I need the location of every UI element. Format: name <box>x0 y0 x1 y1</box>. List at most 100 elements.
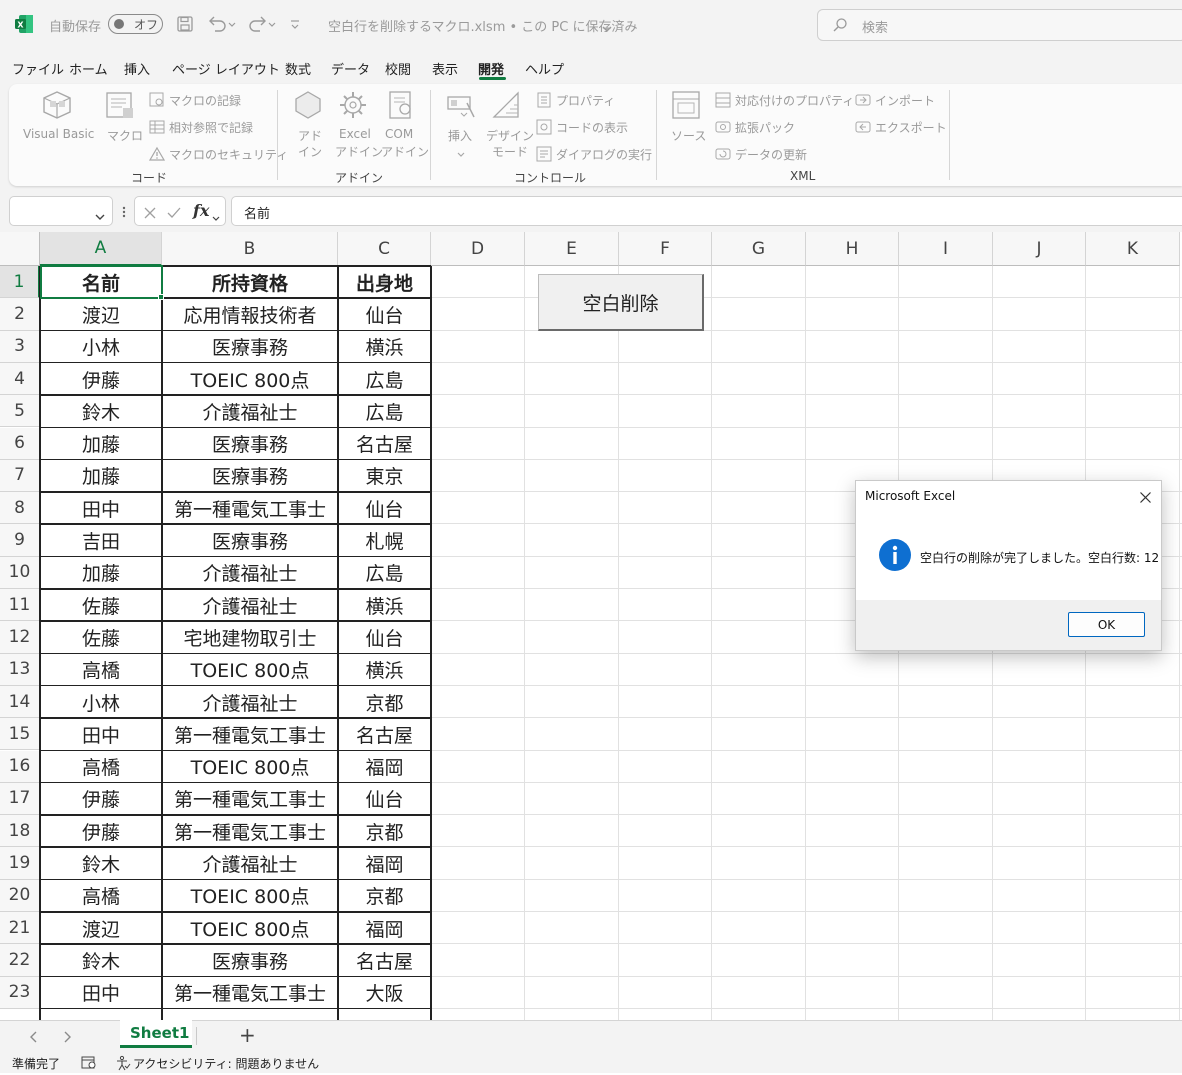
row-header[interactable]: 23 <box>0 976 40 1009</box>
relative-reference-button[interactable]: 相対参照で記録 <box>169 119 253 136</box>
table-cell[interactable]: 田中 <box>40 977 162 1009</box>
table-cell[interactable]: 佐藤 <box>40 621 162 653</box>
insert-control-button[interactable]: 挿入 <box>448 127 472 144</box>
table-cell[interactable]: 第一種電気工事士 <box>162 977 338 1009</box>
row-header[interactable]: 5 <box>0 395 40 428</box>
column-header[interactable]: F <box>619 232 712 266</box>
table-cell[interactable]: TOEIC 800点 <box>162 751 338 783</box>
table-cell[interactable]: 介護福祉士 <box>162 589 338 621</box>
next-sheet-icon[interactable] <box>61 1029 73 1043</box>
table-cell[interactable]: 高橋 <box>40 751 162 783</box>
tab-home[interactable]: ホーム <box>69 59 108 78</box>
file-title[interactable]: 空白行を削除するマクロ.xlsm • この PC に保存済み <box>328 16 637 35</box>
fx-chevron-down-icon[interactable] <box>211 208 221 221</box>
column-header[interactable]: E <box>525 232 619 266</box>
table-cell[interactable]: 宅地建物取引士 <box>162 621 338 653</box>
table-cell[interactable]: 第一種電気工事士 <box>162 718 338 750</box>
row-header[interactable]: 19 <box>0 847 40 880</box>
delete-blanks-button[interactable]: 空白削除 <box>538 274 704 331</box>
table-cell[interactable]: 介護福祉士 <box>162 557 338 589</box>
formula-bar-more-icon[interactable] <box>122 204 126 218</box>
addin-button[interactable]: アド <box>298 127 322 144</box>
row-header[interactable]: 13 <box>0 653 40 686</box>
table-cell[interactable]: 加藤 <box>40 460 162 492</box>
table-cell[interactable]: 伊藤 <box>40 815 162 847</box>
table-cell[interactable]: 鈴木 <box>40 944 162 976</box>
table-cell[interactable]: 仙台 <box>338 298 431 330</box>
column-header[interactable]: C <box>338 232 431 266</box>
row-header[interactable]: 3 <box>0 330 40 363</box>
excel-logo-icon[interactable]: X <box>14 14 34 34</box>
table-cell[interactable]: 横浜 <box>338 589 431 621</box>
insert-function-button[interactable]: fx <box>193 201 209 220</box>
row-header[interactable]: 17 <box>0 782 40 816</box>
add-sheet-icon[interactable]: + <box>239 1023 256 1047</box>
autosave-toggle[interactable]: オフ <box>108 14 163 34</box>
table-cell[interactable]: 介護福祉士 <box>162 847 338 879</box>
confirm-formula-icon[interactable] <box>166 205 182 219</box>
table-cell[interactable]: 医療事務 <box>162 428 338 460</box>
table-cell[interactable]: 横浜 <box>338 331 431 363</box>
accessibility-status[interactable]: アクセシビリティ: 問題ありません <box>133 1055 319 1072</box>
title-chevron-down-icon[interactable] <box>601 19 613 32</box>
formula-input[interactable]: 名前 <box>231 196 1182 226</box>
table-cell[interactable]: 小林 <box>40 686 162 718</box>
row-header[interactable]: 1 <box>0 266 40 299</box>
table-cell[interactable]: 加藤 <box>40 428 162 460</box>
xml-import-button[interactable]: インポート <box>875 92 935 109</box>
row-header[interactable]: 22 <box>0 944 40 977</box>
table-cell[interactable]: 渡辺 <box>40 298 162 330</box>
table-cell[interactable]: 医療事務 <box>162 331 338 363</box>
table-cell[interactable]: 応用情報技術者 <box>162 298 338 330</box>
row-header[interactable]: 16 <box>0 750 40 783</box>
table-cell[interactable]: TOEIC 800点 <box>162 654 338 686</box>
column-header[interactable]: B <box>162 232 338 266</box>
table-header-cell[interactable]: 所持資格 <box>162 266 338 298</box>
tab-help[interactable]: ヘルプ <box>525 59 564 78</box>
sheet-tab-sheet1[interactable]: Sheet1 <box>120 1020 192 1048</box>
table-cell[interactable]: 介護福祉士 <box>162 686 338 718</box>
table-cell[interactable]: 渡辺 <box>40 912 162 944</box>
table-cell[interactable]: 東京 <box>338 460 431 492</box>
table-cell[interactable]: 京都 <box>338 815 431 847</box>
prev-sheet-icon[interactable] <box>28 1029 40 1043</box>
row-header[interactable]: 11 <box>0 589 40 622</box>
name-box-chevron-down-icon[interactable] <box>94 207 106 220</box>
column-header[interactable]: G <box>712 232 806 266</box>
column-header[interactable]: H <box>806 232 899 266</box>
row-header[interactable]: 4 <box>0 362 40 396</box>
close-icon[interactable] <box>1139 489 1152 503</box>
table-cell[interactable]: 医療事務 <box>162 944 338 976</box>
table-cell[interactable]: 仙台 <box>338 783 431 815</box>
tab-review[interactable]: 校閲 <box>385 59 411 78</box>
tab-file[interactable]: ファイル <box>12 59 64 78</box>
row-header[interactable]: 10 <box>0 556 40 589</box>
macro-button[interactable]: マクロ <box>107 127 143 144</box>
xml-source-button[interactable]: ソース <box>671 127 706 144</box>
name-box[interactable] <box>9 196 113 226</box>
design-mode-button[interactable]: デザイン <box>486 127 534 144</box>
view-code-button[interactable]: コードの表示 <box>556 119 628 136</box>
table-cell[interactable]: 医療事務 <box>162 460 338 492</box>
table-header-cell[interactable]: 出身地 <box>338 266 431 298</box>
row-header[interactable]: 12 <box>0 621 40 654</box>
undo-icon[interactable] <box>207 14 237 34</box>
refresh-data-button[interactable]: データの更新 <box>735 146 807 163</box>
accessibility-icon[interactable] <box>115 1055 131 1071</box>
table-cell[interactable]: 伊藤 <box>40 363 162 395</box>
table-cell[interactable]: 横浜 <box>338 654 431 686</box>
tab-view[interactable]: 表示 <box>432 59 458 78</box>
macro-recording-icon[interactable] <box>81 1055 97 1069</box>
record-macro-button[interactable]: マクロの記録 <box>169 92 241 109</box>
table-cell[interactable]: 吉田 <box>40 524 162 556</box>
row-header[interactable]: 6 <box>0 427 40 460</box>
macro-security-button[interactable]: マクロのセキュリティ <box>169 146 288 163</box>
table-cell[interactable]: 福岡 <box>338 847 431 879</box>
table-cell[interactable]: 名古屋 <box>338 718 431 750</box>
table-cell[interactable]: 第一種電気工事士 <box>162 815 338 847</box>
run-dialog-button[interactable]: ダイアログの実行 <box>556 146 652 163</box>
table-cell[interactable]: 名古屋 <box>338 428 431 460</box>
column-header[interactable]: K <box>1086 232 1180 266</box>
table-cell[interactable]: 仙台 <box>338 492 431 524</box>
row-header[interactable]: 8 <box>0 492 40 525</box>
